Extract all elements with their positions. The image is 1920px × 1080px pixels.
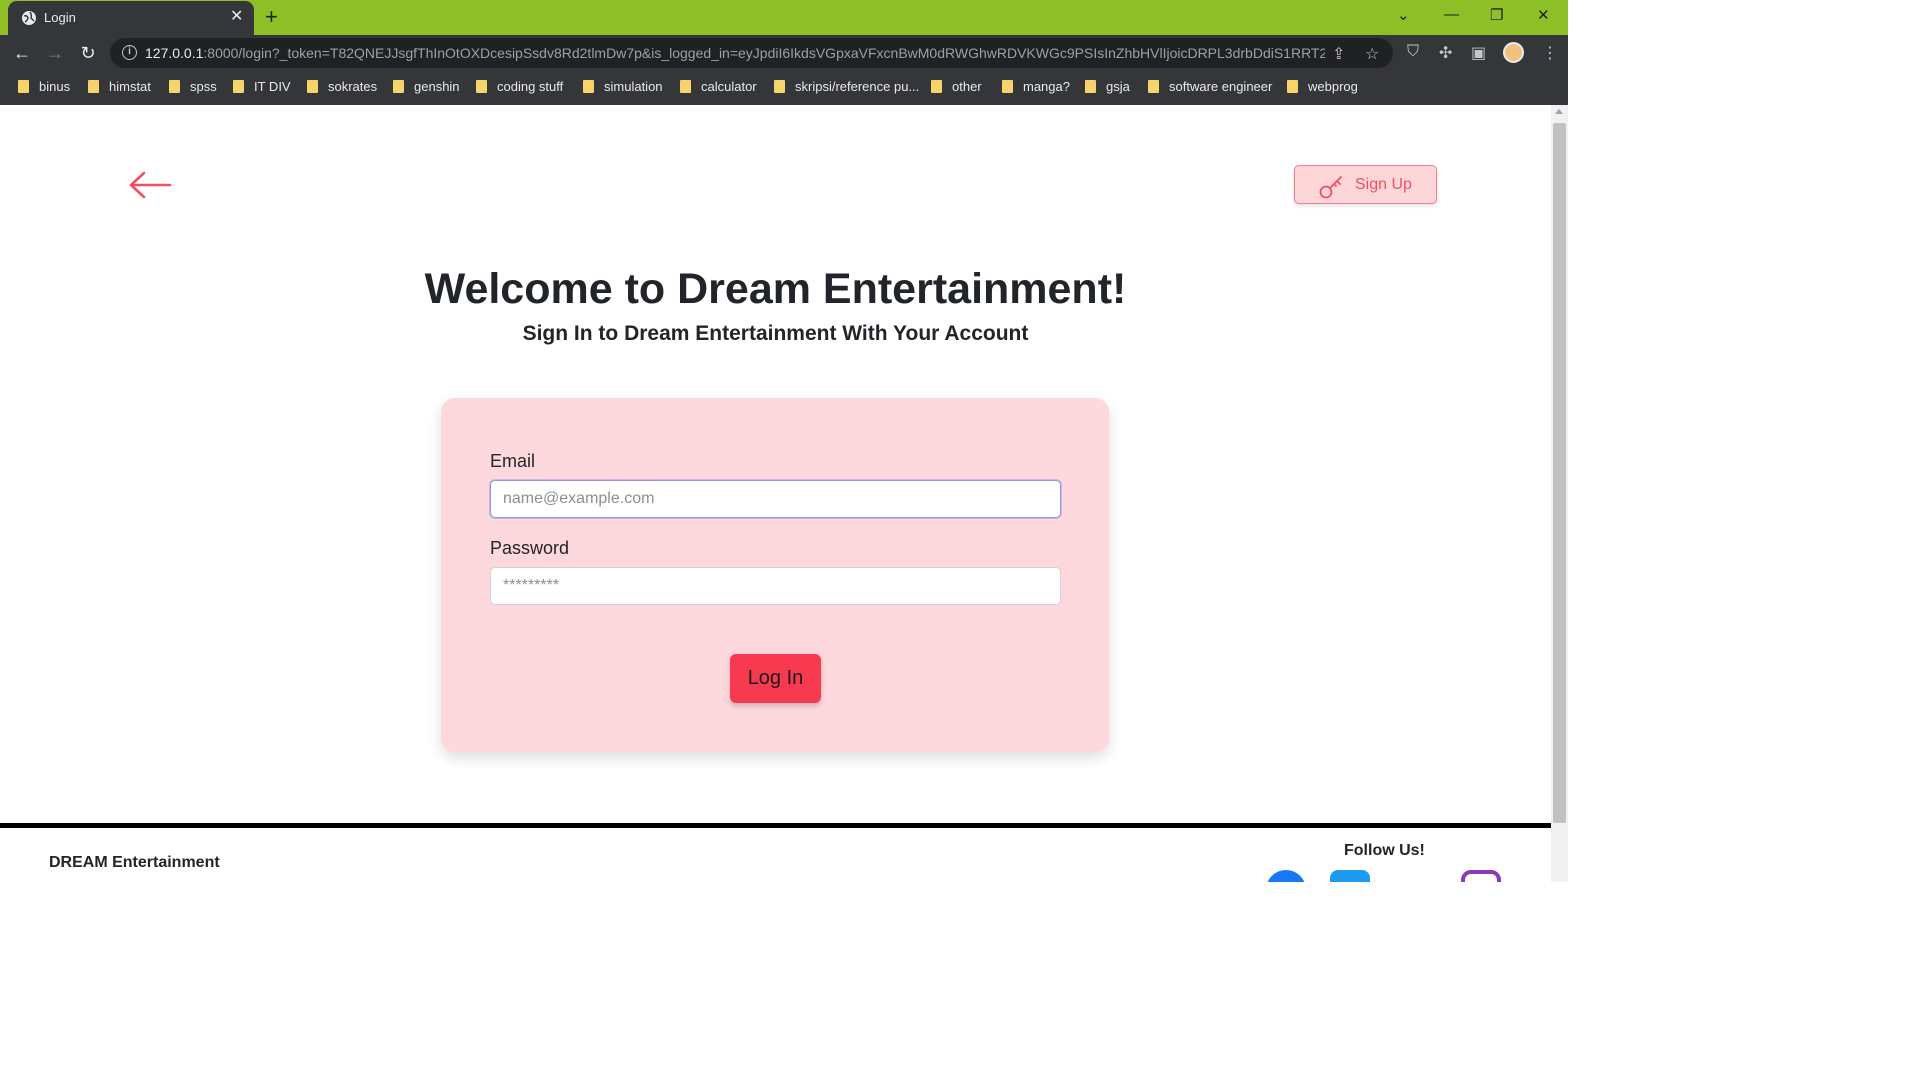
reload-icon[interactable]: ↻ (76, 42, 100, 64)
bookmark-item[interactable]: skripsi/reference pu... (774, 79, 919, 97)
folder-icon (931, 80, 942, 93)
profile-avatar[interactable] (1503, 42, 1524, 63)
new-tab-button[interactable]: + (265, 5, 278, 29)
bookmark-item[interactable]: himstat (88, 79, 151, 97)
bookmark-item[interactable]: calculator (680, 79, 757, 97)
folder-icon (680, 80, 691, 93)
page-subtitle: Sign In to Dream Entertainment With Your… (522, 322, 1029, 345)
bookmark-item[interactable]: software engineer (1148, 79, 1272, 97)
info-icon[interactable]: i (122, 45, 137, 60)
window-close-icon[interactable]: ✕ (1537, 6, 1550, 24)
globe-icon (22, 11, 36, 25)
scroll-up-icon[interactable] (1555, 109, 1563, 114)
minimize-icon[interactable]: — (1444, 6, 1459, 23)
bookmark-item[interactable]: spss (169, 79, 217, 97)
password-label: Password (490, 538, 570, 558)
folder-icon (393, 80, 404, 93)
sign-up-label: Sign Up (1355, 176, 1412, 193)
facebook-icon[interactable] (1266, 870, 1306, 882)
tab-title: Login (44, 10, 76, 25)
footer-divider (0, 823, 1551, 828)
bookmark-item[interactable]: coding stuff (476, 79, 563, 97)
scrollbar-thumb[interactable] (1553, 123, 1566, 823)
page-content: Sign Up Welcome to Dream Entertainment! … (0, 105, 1551, 882)
twitter-icon[interactable] (1330, 870, 1370, 882)
log-in-button[interactable]: Log In (730, 654, 821, 703)
extensions-icon[interactable]: ✣ (1439, 43, 1452, 63)
browser-tab-login[interactable]: Login ✕ (8, 1, 254, 35)
vertical-scrollbar[interactable] (1551, 105, 1568, 882)
instagram-icon[interactable] (1461, 870, 1501, 882)
folder-icon (476, 80, 487, 93)
email-label: Email (490, 451, 536, 471)
key-icon (1319, 176, 1342, 199)
bookmark-item[interactable]: simulation (583, 79, 663, 97)
login-form: Email Password Log In (441, 398, 1109, 752)
bookmark-item[interactable]: binus (18, 79, 70, 97)
password-field[interactable] (490, 567, 1061, 605)
footer-brand: DREAM Entertainment (49, 854, 220, 871)
back-icon[interactable]: ← (10, 42, 34, 64)
share-icon[interactable]: ⇪ (1332, 44, 1345, 64)
folder-icon (1148, 80, 1159, 93)
folder-icon (583, 80, 594, 93)
folder-icon (18, 80, 29, 93)
browser-tab-strip: Login ✕ + ⌄ — ❐ ✕ (0, 0, 1568, 35)
folder-icon (233, 80, 244, 93)
bookmark-item[interactable]: manga? (1002, 79, 1070, 97)
folder-icon (774, 80, 785, 93)
bookmark-item[interactable]: gsja (1085, 79, 1130, 97)
url-text[interactable]: 127.0.0.1:8000/login?_token=T82QNEJJsgfT… (145, 45, 1325, 61)
page-title: Welcome to Dream Entertainment! (424, 265, 1127, 313)
bookmark-item[interactable]: other (931, 79, 982, 97)
follow-us-heading: Follow Us! (1344, 842, 1425, 859)
shield-icon[interactable]: ⛉ (1407, 43, 1419, 61)
folder-icon (1287, 80, 1298, 93)
folder-icon (88, 80, 99, 93)
bookmark-item[interactable]: IT DIV (233, 79, 291, 97)
side-panel-icon[interactable]: ▣ (1471, 43, 1486, 63)
tab-search-icon[interactable]: ⌄ (1397, 6, 1410, 24)
star-icon[interactable]: ☆ (1365, 44, 1379, 64)
email-field[interactable] (490, 480, 1061, 518)
folder-icon (307, 80, 318, 93)
folder-icon (1085, 80, 1096, 93)
bookmark-item[interactable]: sokrates (307, 79, 377, 97)
menu-icon[interactable]: ⋮ (1542, 43, 1558, 63)
bookmark-item[interactable]: webprog (1287, 79, 1358, 97)
restore-icon[interactable]: ❐ (1490, 6, 1503, 24)
address-bar[interactable]: i 127.0.0.1:8000/login?_token=T82QNEJJsg… (110, 38, 1393, 68)
forward-icon[interactable]: → (43, 42, 67, 64)
arrow-left-icon[interactable] (128, 171, 172, 199)
sign-up-button[interactable]: Sign Up (1294, 165, 1437, 204)
bookmark-item[interactable]: genshin (393, 79, 460, 97)
browser-toolbar: ← → ↻ i 127.0.0.1:8000/login?_token=T82Q… (0, 35, 1568, 72)
folder-icon (1002, 80, 1013, 93)
folder-icon (169, 80, 180, 93)
bookmarks-bar: binus himstat spss IT DIV sokrates gensh… (0, 72, 1568, 105)
tab-close-icon[interactable]: ✕ (230, 8, 243, 26)
